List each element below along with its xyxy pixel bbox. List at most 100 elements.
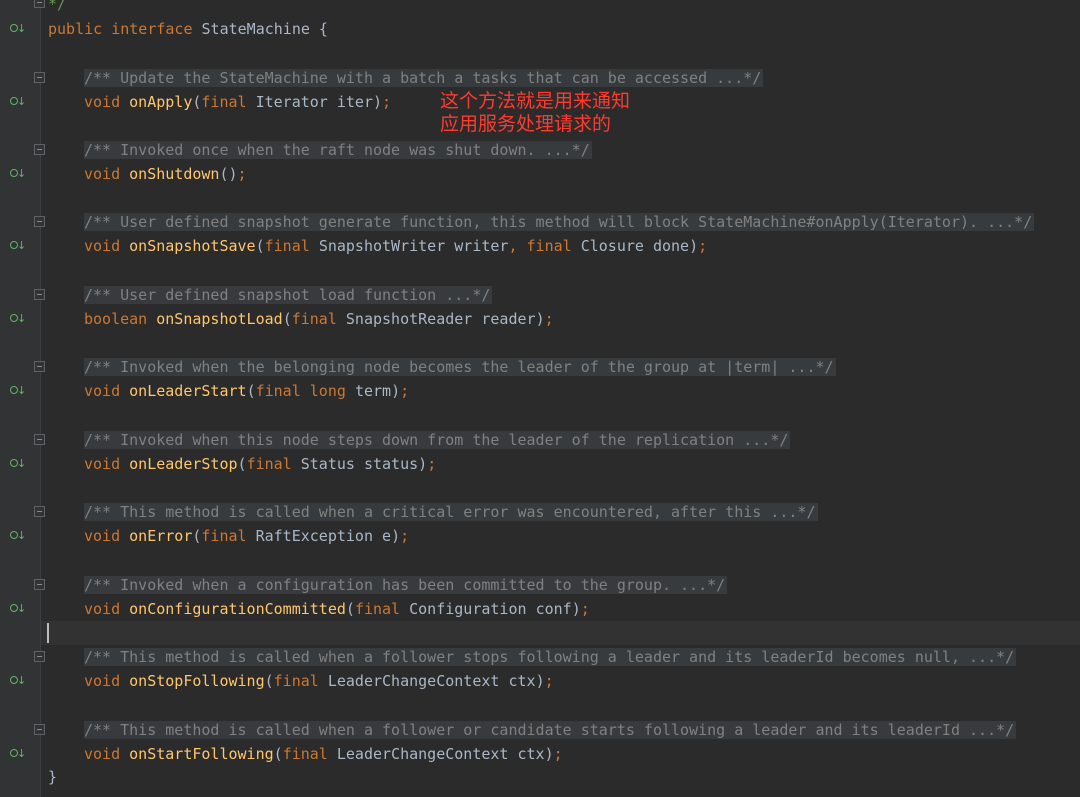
doc-comment[interactable]: /** Invoked when this node steps down fr…: [84, 428, 791, 452]
param-name: ctx: [508, 672, 536, 690]
return-type: boolean: [84, 310, 148, 328]
doc-comment[interactable]: /** Invoked once when the raft node was …: [84, 138, 592, 162]
folded-javadoc[interactable]: /** Invoked when the belonging node beco…: [84, 358, 836, 376]
interface-declaration[interactable]: public interface StateMachine {: [48, 17, 328, 41]
fold-toggle-icon[interactable]: [34, 72, 45, 83]
folded-javadoc[interactable]: /** Invoked when a configuration has bee…: [84, 576, 728, 594]
doc-comment[interactable]: /** This method is called when a followe…: [84, 645, 1017, 669]
doc-comment[interactable]: /** User defined snapshot generate funct…: [84, 210, 1035, 234]
return-type: void: [84, 382, 121, 400]
return-type: void: [84, 165, 121, 183]
param-name: reader: [481, 310, 536, 328]
param-name: status: [363, 455, 419, 473]
implemented-icon[interactable]: ↓: [9, 21, 26, 37]
method-name: onSnapshotLoad: [156, 310, 283, 328]
folded-javadoc[interactable]: /** Invoked once when the raft node was …: [84, 141, 592, 159]
fold-toggle-icon[interactable]: [34, 144, 45, 155]
doc-comment[interactable]: /** Invoked when the belonging node beco…: [84, 355, 836, 379]
method-name: onLeaderStop: [129, 455, 238, 473]
return-type: void: [84, 527, 121, 545]
method-name: onStartFollowing: [129, 745, 274, 763]
keyword: interface: [111, 20, 193, 38]
param-type: RaftException: [255, 527, 373, 545]
folded-javadoc[interactable]: /** This method is called when a followe…: [84, 648, 1017, 666]
return-type: void: [84, 672, 121, 690]
param-modifier: final: [264, 237, 310, 255]
text-caret: [47, 623, 49, 643]
return-type: void: [84, 455, 121, 473]
method-name: onLeaderStart: [129, 382, 247, 400]
fold-toggle-icon[interactable]: [34, 361, 45, 372]
folded-javadoc[interactable]: /** Update the StateMachine with a batch…: [84, 69, 764, 87]
current-line-highlight: [41, 621, 1080, 645]
doc-comment[interactable]: /** User defined snapshot load function …: [84, 283, 493, 307]
doc-comment[interactable]: /** Invoked when a configuration has bee…: [84, 573, 728, 597]
param-modifier: final: [354, 600, 401, 618]
implemented-icon[interactable]: ↓: [9, 238, 26, 254]
doc-comment[interactable]: /** Update the StateMachine with a batch…: [84, 66, 764, 90]
return-type: void: [84, 745, 121, 763]
param-modifier: final: [282, 745, 328, 763]
folded-javadoc[interactable]: /** Invoked when this node steps down fr…: [84, 431, 791, 449]
param-type: Closure: [580, 237, 644, 255]
method-signature[interactable]: void onShutdown();: [84, 162, 247, 186]
fold-toggle-icon[interactable]: [34, 506, 45, 517]
param-name: term: [354, 382, 392, 400]
implemented-icon[interactable]: ↓: [9, 673, 26, 689]
method-signature[interactable]: void onApply(final Iterator iter);: [84, 90, 391, 114]
param-name: done: [652, 237, 690, 255]
implemented-icon[interactable]: ↓: [9, 311, 26, 327]
param-type: LeaderChangeContext: [336, 745, 509, 763]
method-signature[interactable]: void onError(final RaftException e);: [84, 524, 409, 548]
return-type: void: [84, 93, 121, 111]
folded-javadoc[interactable]: /** This method is called when a critica…: [84, 503, 818, 521]
implemented-icon[interactable]: ↓: [9, 383, 26, 399]
fold-toggle-icon[interactable]: [34, 434, 45, 445]
method-signature[interactable]: boolean onSnapshotLoad(final SnapshotRea…: [84, 307, 554, 331]
implemented-icon[interactable]: ↓: [9, 166, 26, 182]
comment-end: */: [48, 0, 67, 13]
fold-toggle-icon[interactable]: [34, 724, 45, 735]
doc-comment[interactable]: /** This method is called when a followe…: [84, 718, 1017, 742]
param-modifier: final long: [255, 382, 346, 400]
method-signature[interactable]: void onLeaderStart(final long term);: [84, 379, 409, 403]
param-modifier: final: [526, 237, 572, 255]
folded-javadoc[interactable]: /** User defined snapshot load function …: [84, 286, 493, 304]
closing-brace[interactable]: }: [48, 765, 57, 789]
method-signature[interactable]: void onStopFollowing(final LeaderChangeC…: [84, 669, 554, 693]
gutter-divider: [40, 0, 41, 797]
code-editor[interactable]: */ ↓ public interface StateMachine { /**…: [0, 0, 1080, 797]
method-signature[interactable]: void onLeaderStop(final Status status);: [84, 452, 436, 476]
param-name: iter: [336, 93, 373, 111]
fold-toggle-icon[interactable]: [34, 579, 45, 590]
implemented-icon[interactable]: ↓: [9, 528, 26, 544]
fold-toggle-icon[interactable]: [34, 289, 45, 300]
fold-toggle-icon[interactable]: [34, 0, 45, 8]
method-signature[interactable]: void onConfigurationCommitted(final Conf…: [84, 597, 590, 621]
method-signature[interactable]: void onSnapshotSave(final SnapshotWriter…: [84, 234, 707, 258]
return-type: void: [84, 600, 121, 618]
param-modifier: final: [273, 672, 319, 690]
method-name: onConfigurationCommitted: [129, 600, 346, 618]
folded-javadoc[interactable]: /** User defined snapshot generate funct…: [84, 213, 1035, 231]
param-type: LeaderChangeContext: [327, 672, 500, 690]
param-modifier: final: [201, 93, 247, 111]
interface-name: StateMachine: [201, 20, 310, 38]
param-name: ctx: [517, 745, 545, 763]
implemented-icon[interactable]: ↓: [9, 746, 26, 762]
doc-comment[interactable]: /** This method is called when a critica…: [84, 500, 818, 524]
implemented-icon[interactable]: ↓: [9, 601, 26, 617]
fold-toggle-icon[interactable]: [34, 651, 45, 662]
implemented-icon[interactable]: ↓: [9, 94, 26, 110]
folded-javadoc[interactable]: /** This method is called when a followe…: [84, 721, 1017, 739]
annotation-line: 应用服务处理请求的: [440, 113, 612, 135]
annotation-text: 这个方法就是用来通知 应用服务处理请求的: [440, 90, 630, 136]
implemented-icon[interactable]: ↓: [9, 456, 26, 472]
param-name: writer: [454, 237, 509, 255]
method-signature[interactable]: void onStartFollowing(final LeaderChange…: [84, 742, 563, 766]
method-name: onShutdown: [129, 165, 220, 183]
param-type: Status: [300, 455, 355, 473]
param-modifier: final: [291, 310, 337, 328]
method-name: onError: [129, 527, 193, 545]
fold-toggle-icon[interactable]: [34, 216, 45, 227]
